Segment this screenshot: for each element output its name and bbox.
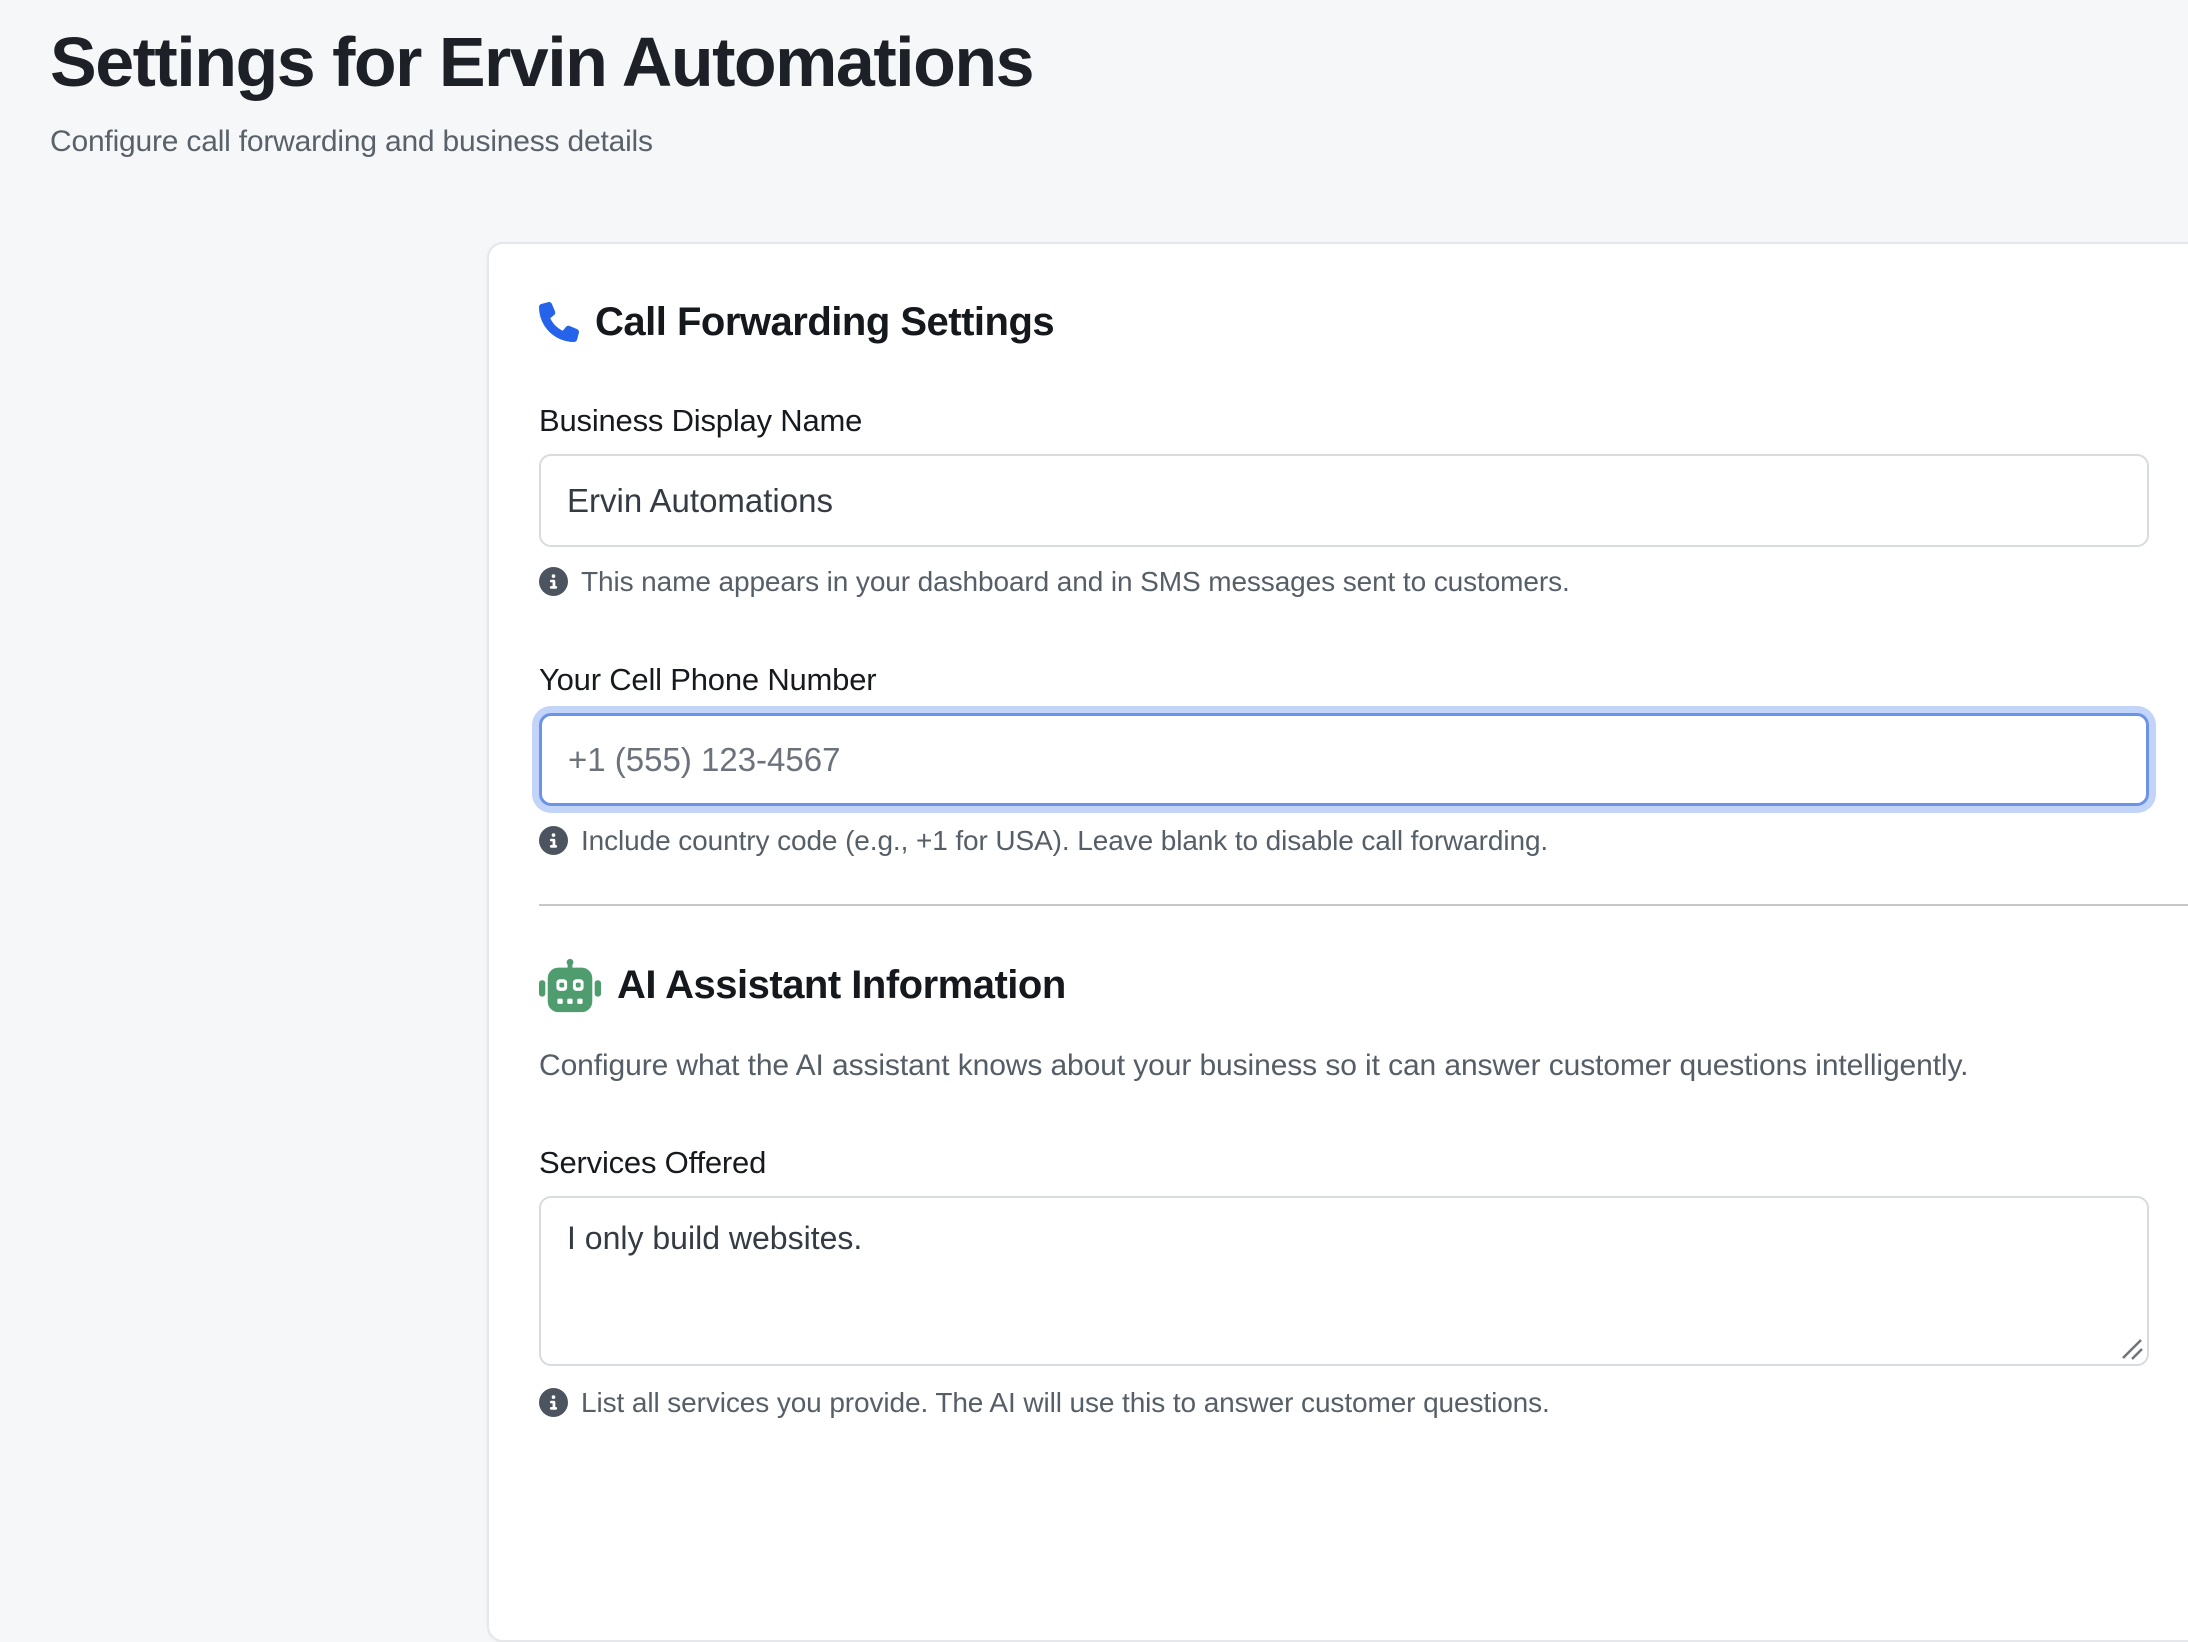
textarea-resize-handle[interactable] xyxy=(2117,1334,2143,1360)
page-subtitle: Configure call forwarding and business d… xyxy=(50,125,2188,159)
business-name-label: Business Display Name xyxy=(539,402,2188,440)
robot-icon xyxy=(539,958,601,1014)
call-forwarding-heading-label: Call Forwarding Settings xyxy=(595,298,1054,346)
page-title: Settings for Ervin Automations xyxy=(50,22,2188,103)
phone-icon xyxy=(539,302,579,342)
services-offered-textarea-wrap: I only build websites. xyxy=(539,1196,2149,1366)
ai-assistant-heading-label: AI Assistant Information xyxy=(617,959,1066,1011)
cell-phone-field: Your Cell Phone Number Include country c… xyxy=(539,661,2188,858)
section-divider xyxy=(539,904,2188,906)
services-offered-label: Services Offered xyxy=(539,1144,2188,1182)
call-forwarding-section: Call Forwarding Settings Business Displa… xyxy=(539,298,2188,858)
ai-assistant-section: AI Assistant Information Configure what … xyxy=(539,956,2188,1420)
cell-phone-help: Include country code (e.g., +1 for USA).… xyxy=(539,824,2188,858)
cell-phone-help-text: Include country code (e.g., +1 for USA).… xyxy=(581,824,1548,858)
info-icon xyxy=(539,826,568,855)
ai-assistant-description: Configure what the AI assistant knows ab… xyxy=(539,1048,2188,1084)
business-name-field: Business Display Name This name appears … xyxy=(539,402,2188,599)
cell-phone-label: Your Cell Phone Number xyxy=(539,661,2188,699)
settings-card: Call Forwarding Settings Business Displa… xyxy=(487,242,2188,1642)
info-icon xyxy=(539,567,568,596)
business-name-help: This name appears in your dashboard and … xyxy=(539,565,2188,599)
info-icon xyxy=(539,1388,568,1417)
ai-assistant-heading: AI Assistant Information xyxy=(539,956,2188,1014)
business-name-input[interactable] xyxy=(539,454,2149,547)
services-offered-help: List all services you provide. The AI wi… xyxy=(539,1386,2188,1420)
services-offered-help-text: List all services you provide. The AI wi… xyxy=(581,1386,1550,1420)
business-name-help-text: This name appears in your dashboard and … xyxy=(581,565,1570,599)
page-header: Settings for Ervin Automations Configure… xyxy=(0,0,2188,159)
cell-phone-input[interactable] xyxy=(539,713,2149,806)
services-offered-field: Services Offered I only build websites. … xyxy=(539,1144,2188,1420)
services-offered-textarea[interactable]: I only build websites. xyxy=(539,1196,2149,1366)
call-forwarding-heading: Call Forwarding Settings xyxy=(539,298,2188,346)
